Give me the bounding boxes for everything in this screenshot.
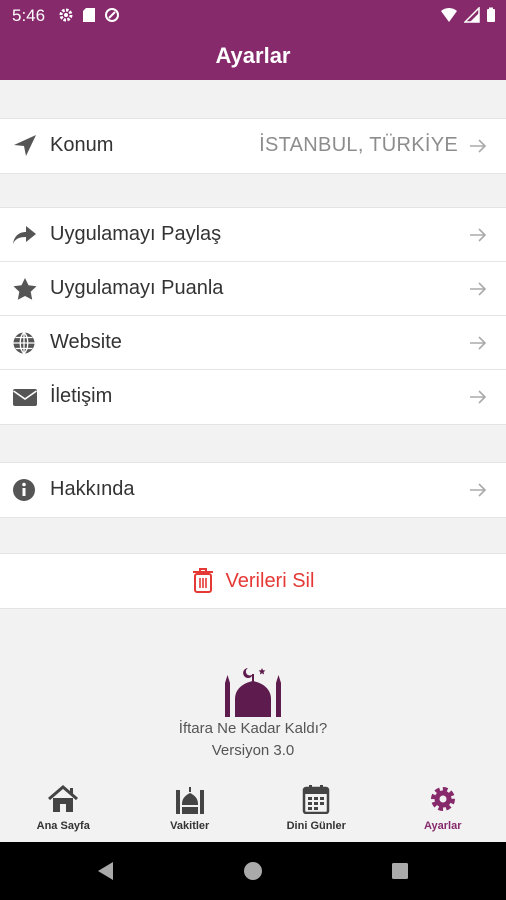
delete-group: Verileri Sil	[0, 553, 506, 609]
data-saver-icon	[105, 8, 119, 22]
contact-label: İletişim	[50, 385, 113, 407]
home-button-icon[interactable]	[243, 861, 263, 881]
home-icon	[48, 785, 79, 812]
about-label: Hakkında	[50, 478, 135, 500]
back-icon[interactable]	[96, 861, 116, 881]
star-icon	[13, 278, 37, 300]
bottom-navigation: Ana Sayfa Vakitler Dini Günler Ayarlar	[0, 780, 506, 842]
delete-data-button[interactable]: Verileri Sil	[0, 554, 506, 608]
contact-row[interactable]: İletişim	[0, 370, 506, 424]
about-row[interactable]: Hakkında	[0, 463, 506, 517]
location-row[interactable]: Konum İSTANBUL, TÜRKİYE	[0, 119, 506, 173]
footer-version: Versiyon 3.0	[211, 742, 295, 759]
location-group: Konum İSTANBUL, TÜRKİYE	[0, 118, 506, 174]
about-group: Hakkında	[0, 462, 506, 518]
sd-card-icon	[83, 8, 95, 22]
arrow-right-icon	[470, 139, 487, 153]
arrow-right-icon	[470, 228, 487, 242]
location-value: İSTANBUL, TÜRKİYE	[259, 134, 458, 156]
signal-icon	[464, 7, 480, 23]
calendar-icon	[303, 785, 330, 814]
wifi-icon	[441, 7, 457, 22]
app-logo-mosque-icon	[225, 668, 281, 717]
footer-app-name: İftara Ne Kadar Kaldı?	[178, 720, 328, 737]
status-time: 5:46	[12, 6, 46, 25]
share-app-row[interactable]: Uygulamayı Paylaş	[0, 208, 506, 262]
recents-icon[interactable]	[390, 861, 410, 881]
settings-content: Konum İSTANBUL, TÜRKİYE Uygulamayı Payla…	[0, 80, 506, 780]
mosque-icon	[175, 787, 204, 814]
globe-icon	[13, 331, 35, 355]
arrow-right-icon	[470, 483, 487, 497]
app-bar: Ayarlar	[0, 32, 506, 80]
rate-app-label: Uygulamayı Puanla	[50, 277, 224, 299]
nav-home[interactable]: Ana Sayfa	[0, 780, 127, 842]
share-app-label: Uygulamayı Paylaş	[50, 223, 222, 245]
nav-home-label: Ana Sayfa	[36, 820, 90, 832]
website-row[interactable]: Website	[0, 316, 506, 370]
location-label: Konum	[50, 134, 114, 156]
nav-times[interactable]: Vakitler	[127, 780, 254, 842]
arrow-right-icon	[470, 336, 487, 350]
arrow-right-icon	[470, 390, 487, 404]
gear-icon	[430, 787, 455, 811]
envelope-icon	[13, 389, 37, 406]
rate-app-row[interactable]: Uygulamayı Puanla	[0, 262, 506, 316]
nav-religious-days-label: Dini Günler	[286, 820, 346, 832]
nav-settings-label: Ayarlar	[423, 820, 462, 832]
nav-times-label: Vakitler	[170, 820, 210, 832]
settings-notification-icon	[59, 8, 73, 22]
arrow-right-icon	[470, 282, 487, 296]
delete-data-label: Verileri Sil	[225, 569, 315, 592]
share-icon	[13, 226, 36, 244]
android-navigation-bar	[0, 842, 506, 900]
battery-icon	[487, 7, 495, 22]
status-bar: 5:46	[0, 0, 506, 32]
page-title: Ayarlar	[215, 43, 291, 68]
nav-religious-days[interactable]: Dini Günler	[253, 780, 380, 842]
menu-group: Uygulamayı Paylaş Uygulamayı Puanla Webs…	[0, 207, 506, 425]
website-label: Website	[50, 331, 122, 353]
trash-icon	[192, 568, 213, 593]
location-arrow-icon	[14, 135, 36, 156]
info-icon	[13, 479, 35, 501]
nav-settings[interactable]: Ayarlar	[380, 780, 506, 842]
